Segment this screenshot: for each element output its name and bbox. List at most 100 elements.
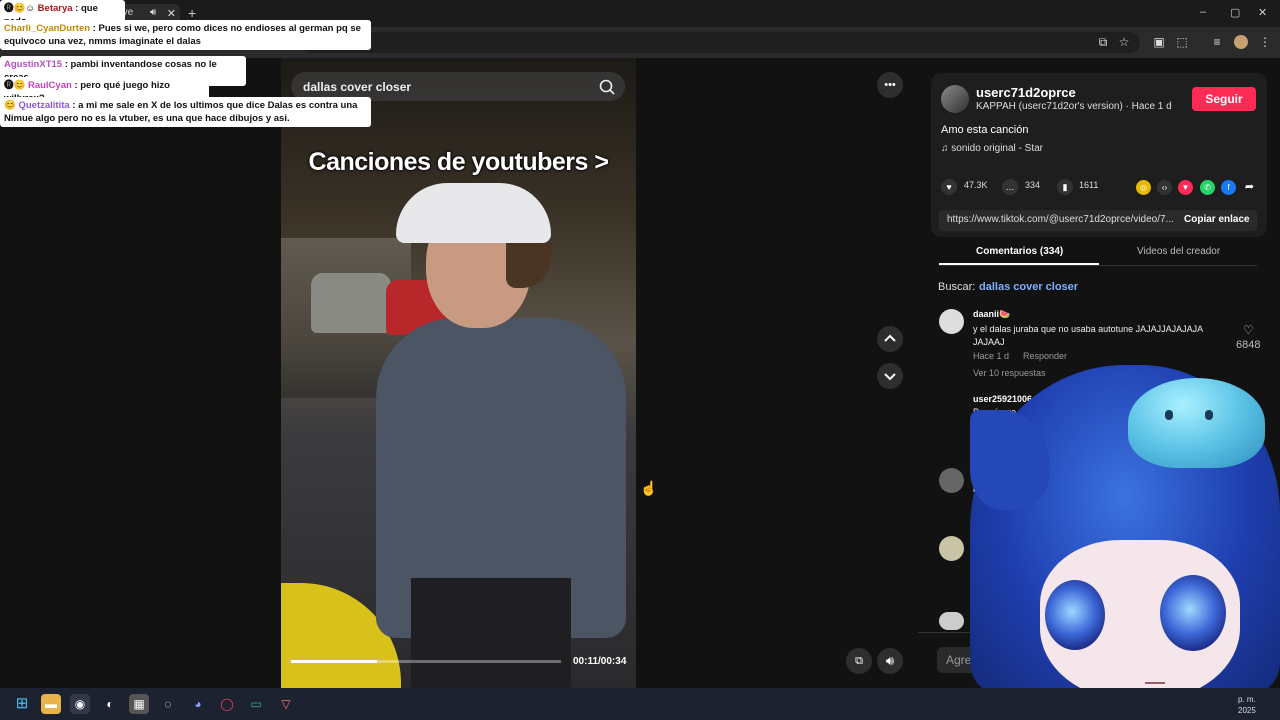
search-context-term[interactable]: dallas cover closer <box>979 281 1078 293</box>
tab-close-icon[interactable]: ✕ <box>167 7 176 20</box>
creator-username[interactable]: userc71d2oprce <box>976 85 1076 100</box>
comment-avatar[interactable] <box>939 309 964 334</box>
save-count: 1611 <box>1079 180 1099 190</box>
slime-eye <box>1205 410 1213 420</box>
music-note-icon: ♫ <box>941 143 952 154</box>
chrome-icon[interactable]: ◉ <box>70 694 90 714</box>
comment-username[interactable]: daanii🍉 <box>973 309 1010 320</box>
coin-icon[interactable]: ◎ <box>1136 180 1151 195</box>
extensions-icon[interactable]: ⬚ <box>1175 35 1189 49</box>
send-icon[interactable]: ▼ <box>1178 180 1193 195</box>
app-icon-7[interactable]: ▭ <box>246 694 266 714</box>
app-icon-4[interactable]: ◌ <box>158 694 178 714</box>
opera-icon[interactable]: ◯ <box>217 694 237 714</box>
app-icon-2[interactable]: ◐ <box>100 694 120 714</box>
maximize-button[interactable]: ▢ <box>1230 6 1240 19</box>
vtuber-slime <box>1128 378 1265 468</box>
comment-time: Hace 1 d <box>973 351 1010 361</box>
media-icon[interactable]: ≡ <box>1210 35 1224 49</box>
chat-username: Charli_CyanDurten <box>4 23 91 34</box>
view-replies-button[interactable]: Ver 10 respuestas <box>973 368 1046 378</box>
video-time: 00:11/00:34 <box>573 656 627 667</box>
minimize-button[interactable]: – <box>1200 6 1206 18</box>
chat-badge-icons: 😊 <box>4 100 19 111</box>
previous-video-button[interactable] <box>877 326 903 352</box>
chat-username: Quetzalitita <box>18 100 70 111</box>
bookmark-star-icon[interactable]: ☆ <box>1117 35 1131 49</box>
vtuber-mouth <box>1145 682 1165 684</box>
video-caption: Canciones de youtubers > <box>308 148 609 176</box>
comment-avatar[interactable] <box>939 468 964 493</box>
sound-link[interactable]: ♫ sonido original - Star <box>941 143 1043 154</box>
video-link[interactable]: https://www.tiktok.com/@userc71d2oprce/v… <box>947 214 1173 225</box>
comment-text: y el dalas juraba que no usaba autotune … <box>973 324 1203 347</box>
install-icon[interactable]: ⧉ <box>1096 35 1110 49</box>
slime-eye <box>1165 410 1173 420</box>
address-bar[interactable] <box>300 32 1140 53</box>
pip-icon[interactable]: ⧉ <box>846 648 872 674</box>
whatsapp-icon[interactable]: ✆ <box>1200 180 1215 195</box>
like-icon[interactable]: ♥ <box>941 179 957 195</box>
progress-fill <box>291 660 378 663</box>
comment-avatar[interactable] <box>939 393 964 418</box>
cast-icon[interactable]: ▣ <box>1152 35 1166 49</box>
volume-icon[interactable]: 🔊︎ <box>877 648 903 674</box>
tab-creator-videos[interactable]: Videos del creador <box>1137 246 1220 257</box>
bookmark-icon[interactable]: ▮ <box>1057 179 1073 195</box>
reply-button[interactable]: Responder <box>1023 351 1067 361</box>
search-context-label: Buscar: <box>938 281 976 293</box>
share-arrow-icon[interactable]: ➦ <box>1242 180 1257 195</box>
chevron-down-icon <box>884 373 896 381</box>
comment-avatar[interactable] <box>939 612 964 630</box>
next-video-button[interactable] <box>877 363 903 389</box>
chat-message: Charli_CyanDurten : Pues si we, pero com… <box>0 20 371 50</box>
creator-avatar[interactable] <box>941 85 969 113</box>
vtuber-right-eye <box>1160 575 1226 651</box>
profile-avatar[interactable] <box>1234 35 1248 49</box>
copy-link-button[interactable]: Copiar enlace <box>1184 214 1250 225</box>
follow-button[interactable]: Seguir <box>1192 87 1256 111</box>
search-input[interactable]: dallas cover closer <box>303 80 411 94</box>
chevron-up-icon <box>884 334 896 342</box>
video-description: Amo esta canción <box>941 124 1029 136</box>
clock-date: 2025 <box>1238 706 1256 715</box>
clock-time: p. m. <box>1238 695 1256 704</box>
comment-avatar[interactable] <box>939 536 964 561</box>
video-car <box>311 273 391 333</box>
vtuber-left-eye <box>1045 580 1105 650</box>
chat-username: Betarya <box>37 3 73 14</box>
chat-username: RaulCyan <box>27 80 72 91</box>
comment-icon[interactable]: … <box>1002 179 1018 195</box>
discord-icon[interactable]: ◕ <box>188 694 208 714</box>
active-tab-indicator <box>939 263 1099 265</box>
comment-like-count: 6848 <box>1236 339 1261 351</box>
tab-audio-icon[interactable]: 🔊︎ <box>150 7 156 18</box>
mouse-cursor-icon: ☝ <box>640 480 658 496</box>
tab-comments[interactable]: Comentarios (334) <box>976 246 1063 257</box>
facebook-icon[interactable]: f <box>1221 180 1236 195</box>
menu-icon[interactable]: ⋮ <box>1258 35 1272 49</box>
embed-icon[interactable]: ‹› <box>1157 180 1172 195</box>
app-icon-8[interactable]: ▽ <box>276 694 296 714</box>
app-icon-3[interactable]: ▦ <box>129 694 149 714</box>
search-icon[interactable] <box>597 77 617 97</box>
new-tab-button[interactable]: + <box>188 5 196 21</box>
tab-divider <box>939 265 1257 266</box>
more-options-button[interactable]: ••• <box>877 72 903 98</box>
video-person-cap <box>396 183 551 243</box>
file-explorer-icon[interactable]: ▬ <box>41 694 61 714</box>
chat-username: AgustinXT15 <box>4 59 63 70</box>
close-window-button[interactable]: ✕ <box>1258 6 1267 19</box>
sound-title: sonido original - Star <box>951 143 1043 154</box>
chat-message: 😊 Quetzalitita : a mi me sale en X de lo… <box>0 97 371 127</box>
comment-like-icon[interactable]: ♡ <box>1243 323 1254 337</box>
video-person-legs <box>411 578 571 688</box>
creator-subtitle: KAPPAH (userc71d2or's version) · Hace 1 … <box>976 101 1172 112</box>
start-menu-icon[interactable]: ⊞ <box>12 694 32 714</box>
chat-badge-icons: 🅡😊 <box>4 80 28 91</box>
comment-username[interactable]: user25921006 <box>973 394 1032 404</box>
comment-count: 334 <box>1025 180 1041 190</box>
system-clock[interactable]: p. m. 2025 <box>1238 694 1256 716</box>
chat-badge-icons: 🅡😊☺ <box>4 3 38 14</box>
like-count: 47.3K <box>964 180 988 190</box>
